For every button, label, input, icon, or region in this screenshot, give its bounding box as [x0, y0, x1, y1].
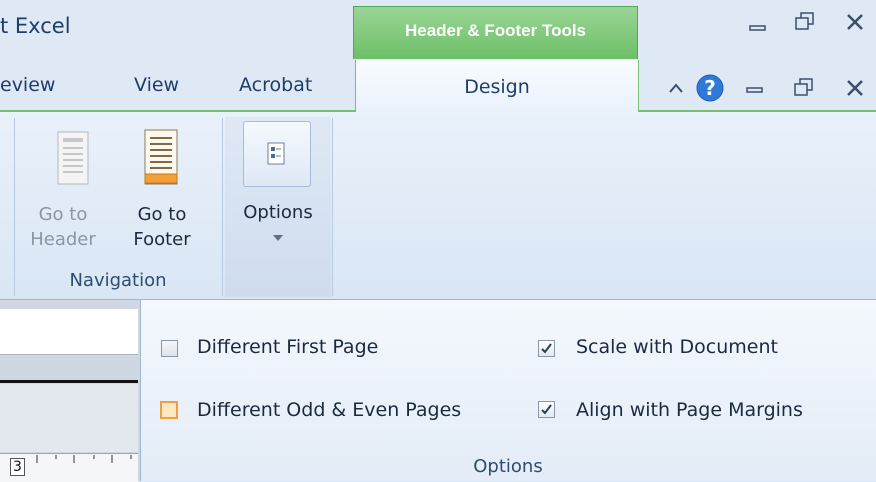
document-margin [0, 384, 138, 452]
document-page [0, 309, 138, 355]
checkbox-box [538, 340, 555, 357]
options-icon-frame [243, 121, 311, 187]
options-button[interactable]: Options [225, 117, 331, 297]
close-icon [847, 80, 863, 96]
window-title: t Excel [0, 14, 71, 38]
collapse-ribbon-button[interactable] [667, 80, 685, 102]
tab-acrobat[interactable]: Acrobat [239, 74, 312, 96]
contextual-tab-header: Header & Footer Tools [353, 6, 638, 59]
tab-view[interactable]: View [134, 74, 179, 96]
go-to-header-label-2: Header [30, 229, 96, 250]
go-to-footer-button[interactable]: Go to Footer [133, 126, 203, 266]
tab-review[interactable]: eview [0, 74, 55, 96]
go-to-header-label-1: Go to [38, 204, 88, 225]
go-to-footer-label-2: Footer [133, 229, 191, 250]
page-border-line [0, 380, 138, 383]
options-group-label: Options [473, 456, 543, 477]
contextual-tab-header-label: Header & Footer Tools [404, 21, 587, 40]
help-icon: ? [696, 74, 724, 102]
different-first-page-checkbox[interactable] [161, 340, 178, 357]
app-restore-button[interactable] [793, 10, 817, 39]
group-separator [332, 118, 333, 296]
checkbox-box [160, 401, 178, 419]
restore-icon [794, 78, 813, 96]
page-options-icon [267, 142, 285, 165]
align-with-page-margins-label[interactable]: Align with Page Margins [576, 399, 803, 421]
restore-icon [795, 12, 814, 30]
different-odd-even-label[interactable]: Different Odd & Even Pages [197, 399, 461, 421]
minimize-icon [749, 25, 766, 31]
navigation-group-label: Navigation [69, 270, 167, 291]
header-page-icon [57, 131, 89, 185]
different-first-page-label[interactable]: Different First Page [197, 336, 378, 358]
scale-with-document-label[interactable]: Scale with Document [576, 336, 778, 358]
doc-close-button[interactable] [842, 76, 872, 104]
scale-with-document-checkbox[interactable] [538, 340, 555, 357]
align-with-page-margins-checkbox[interactable] [538, 401, 555, 418]
minimize-icon [746, 87, 763, 93]
ruler: 3 [0, 453, 138, 482]
checkmark-icon [541, 343, 552, 354]
different-odd-even-checkbox[interactable] [160, 401, 178, 419]
footer-page-icon [144, 129, 178, 185]
app-close-button[interactable] [842, 10, 872, 39]
ruler-ticks [36, 455, 132, 463]
app-minimize-button[interactable] [747, 14, 769, 41]
group-separator [222, 118, 223, 296]
help-button[interactable]: ? [695, 73, 725, 107]
go-to-footer-label-1: Go to [137, 204, 187, 225]
options-dropdown-panel [140, 300, 876, 481]
dropdown-arrow-icon [273, 235, 283, 241]
doc-minimize-button[interactable] [744, 80, 766, 104]
chevron-up-icon [669, 83, 683, 93]
svg-text:?: ? [704, 76, 716, 100]
checkbox-box [538, 401, 555, 418]
close-icon [847, 14, 863, 30]
tab-design-label: Design [464, 76, 530, 98]
doc-restore-button[interactable] [792, 76, 816, 104]
go-to-header-button[interactable]: Go to Header [30, 126, 104, 266]
options-button-label: Options [243, 202, 313, 223]
checkmark-icon [541, 404, 552, 415]
checkbox-box [161, 340, 178, 357]
tab-design[interactable]: Design [355, 60, 639, 114]
